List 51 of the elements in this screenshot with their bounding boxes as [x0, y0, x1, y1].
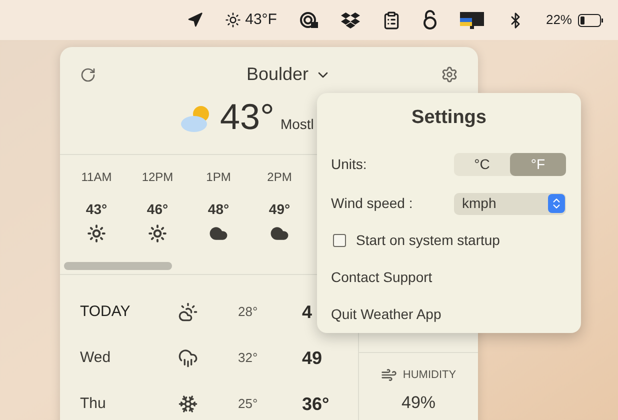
cloud-sun-icon: [178, 302, 198, 322]
units-label: Units:: [331, 154, 367, 174]
wind-speed-label: Wind speed :: [331, 194, 413, 213]
battery-icon[interactable]: [578, 14, 604, 26]
clipboard-icon[interactable]: [382, 10, 401, 30]
low-temperature: 32°: [238, 349, 259, 368]
hour-temperature: 48°: [208, 200, 230, 220]
padlock-icon[interactable]: [422, 10, 437, 30]
dropbox-icon[interactable]: [340, 10, 360, 30]
refresh-icon[interactable]: [80, 66, 96, 82]
sun-icon: [148, 224, 167, 244]
snowflake-icon: [178, 394, 198, 414]
humidity-value: 49%: [401, 392, 436, 414]
location-arrow-icon[interactable]: [187, 12, 204, 28]
sun-icon: [225, 12, 242, 28]
gauge-lock-icon[interactable]: [298, 10, 319, 30]
settings-icon[interactable]: [440, 66, 458, 83]
wind-speed-select[interactable]: kmph: [454, 192, 566, 214]
scrollbar[interactable]: [64, 262, 172, 270]
stepper-icon: [548, 194, 565, 213]
rain-cloud-icon: [178, 348, 198, 368]
hour-label: 12PM: [142, 169, 174, 186]
high-temperature: 49: [302, 346, 322, 370]
hour-label: 1PM: [206, 169, 231, 186]
low-temperature: 28°: [238, 303, 259, 322]
location-dropdown[interactable]: Boulder: [246, 61, 331, 88]
menu-weather[interactable]: 43°F: [225, 8, 277, 32]
current-temperature: 43°: [220, 99, 274, 136]
day-label: Thu: [80, 394, 107, 414]
startup-label: Start on system startup: [356, 230, 500, 250]
settings-title: Settings: [412, 106, 486, 130]
startup-checkbox[interactable]: [333, 234, 346, 246]
current-condition: Mostl: [280, 115, 314, 134]
high-temperature: 36°: [302, 392, 330, 416]
day-label: Wed: [80, 348, 112, 368]
hour-temperature: 49°: [268, 200, 290, 220]
sun-icon: [87, 224, 106, 244]
unit-option[interactable]: °C: [454, 152, 510, 176]
hour-temperature: 46°: [146, 200, 168, 220]
monitor-flag-icon[interactable]: [458, 10, 485, 30]
low-temperature: 25°: [238, 395, 259, 414]
hour-label: 2PM: [267, 169, 292, 186]
menu-link[interactable]: Contact Support: [331, 266, 432, 288]
battery-percentage: 22%: [546, 11, 572, 30]
high-temperature: 4: [302, 300, 312, 324]
menu-link[interactable]: Quit Weather App: [331, 304, 442, 324]
hour-temperature: 43°: [86, 200, 108, 220]
wind-icon: [380, 367, 397, 384]
day-label: TODAY: [80, 302, 132, 322]
humidity-label: HUMIDITY: [402, 368, 456, 383]
hour-label: 11AM: [81, 169, 112, 186]
